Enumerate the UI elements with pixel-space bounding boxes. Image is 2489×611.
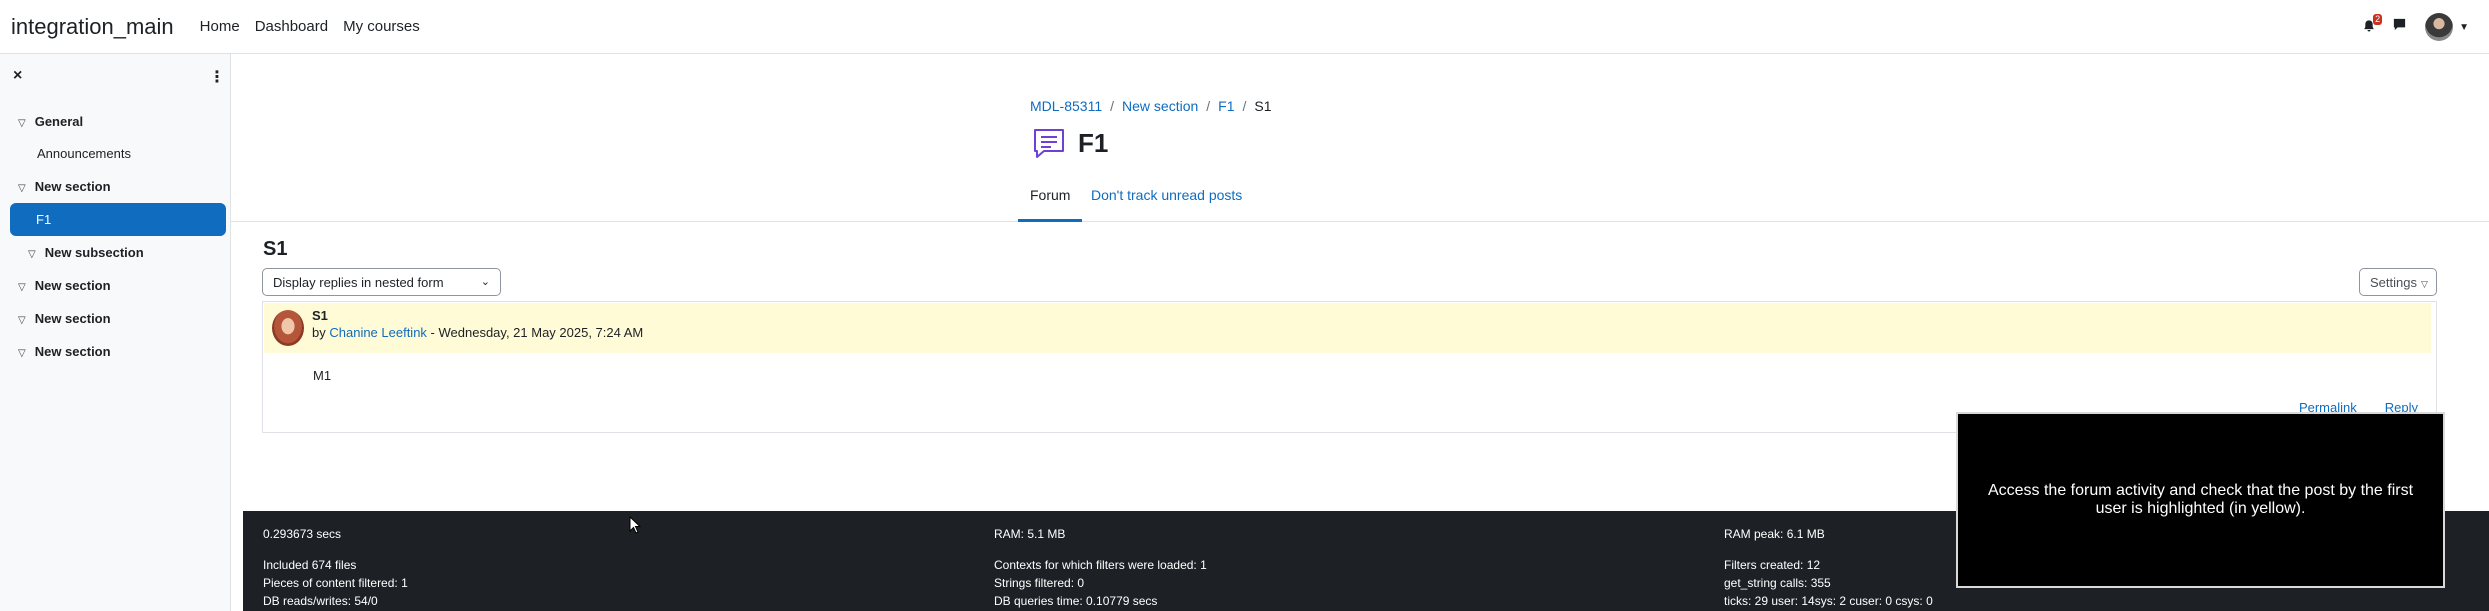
tabs-divider (231, 221, 2489, 222)
post-author-link[interactable]: Chanine Leeftink (329, 325, 427, 340)
course-subsection-new-subsection[interactable]: ▽ New subsection (28, 245, 144, 260)
top-navbar: integration_main Home Dashboard My cours… (0, 0, 2489, 54)
forum-icon (1034, 129, 1064, 158)
breadcrumb-discussion: S1 (1254, 98, 1272, 114)
chevron-down-icon[interactable]: ▽ (18, 282, 26, 293)
course-index-drawer: × ⋮ ▽ General Announcements ▽ New section … (0, 54, 231, 611)
instruction-overlay: Access the forum activity and check that… (1956, 412, 2445, 588)
course-section-new-section[interactable]: ▽ New section (18, 179, 111, 194)
avatar[interactable] (2425, 13, 2454, 41)
chevron-down-icon[interactable]: ▽ (18, 348, 26, 359)
breadcrumb-course[interactable]: MDL-85311 (1030, 98, 1102, 114)
chevron-down-icon[interactable]: ▼ (2459, 22, 2469, 33)
chevron-down-icon: ▽ (2420, 279, 2428, 289)
chevron-down-icon[interactable]: ▽ (18, 183, 26, 194)
breadcrumb-section[interactable]: New section (1122, 98, 1198, 114)
nav-home[interactable]: Home (200, 18, 240, 35)
nav-my-courses[interactable]: My courses (343, 18, 420, 35)
course-section-new-section-4[interactable]: ▽ New section (18, 344, 111, 359)
nav-dashboard[interactable]: Dashboard (255, 18, 328, 35)
chevron-down-icon[interactable]: ▽ (28, 249, 36, 260)
tab-dont-track-unread[interactable]: Don't track unread posts (1091, 187, 1242, 203)
close-icon[interactable]: × (13, 67, 22, 85)
primary-navigation: Home Dashboard My courses (200, 18, 435, 35)
breadcrumb-forum[interactable]: F1 (1218, 98, 1234, 114)
author-avatar[interactable] (272, 310, 304, 346)
post-byline: by Chanine Leeftink - Wednesday, 21 May … (312, 325, 644, 340)
tab-forum[interactable]: Forum (1018, 187, 1083, 222)
activity-announcements[interactable]: Announcements (37, 146, 131, 161)
footer-col-1: 0.293673 secs Included 674 files Pieces … (263, 527, 408, 608)
breadcrumb: MDL-85311 / New section / F1 / S1 (1030, 98, 1272, 114)
discussion-title: S1 (263, 238, 288, 260)
kebab-menu-icon[interactable]: ⋮ (209, 67, 225, 87)
course-section-new-section-2[interactable]: ▽ New section (18, 278, 111, 293)
mouse-cursor-icon (629, 516, 641, 534)
page-title: F1 (1078, 128, 1109, 158)
footer-col-2: RAM: 5.1 MB Contexts for which filters w… (994, 527, 1207, 608)
user-nav: 2 ▼ (2362, 0, 2469, 54)
bell-icon[interactable]: 2 (2362, 14, 2383, 35)
course-section-general[interactable]: ▽ General (18, 114, 83, 129)
activity-f1-active[interactable]: F1 (10, 203, 226, 236)
display-mode-select[interactable]: Display replies in nested form ⌄ (262, 268, 501, 296)
chevron-down-icon[interactable]: ▽ (18, 315, 26, 326)
post-subject: S1 (312, 308, 328, 323)
post-header-highlighted: S1 by Chanine Leeftink - Wednesday, 21 M… (264, 303, 2431, 353)
course-section-new-section-3[interactable]: ▽ New section (18, 311, 111, 326)
settings-button[interactable]: Settings ▽ (2359, 268, 2437, 296)
notification-count-badge: 2 (2373, 14, 2383, 25)
chevron-down-icon: ⌄ (480, 276, 490, 288)
chevron-down-icon[interactable]: ▽ (18, 118, 26, 129)
footer-col-3: RAM peak: 6.1 MB Filters created: 12 get… (1724, 527, 1933, 608)
post-body: M1 (313, 368, 332, 383)
chat-icon[interactable] (2392, 17, 2425, 37)
site-brand[interactable]: integration_main (11, 14, 174, 40)
post-date: - Wednesday, 21 May 2025, 7:24 AM (426, 325, 644, 340)
